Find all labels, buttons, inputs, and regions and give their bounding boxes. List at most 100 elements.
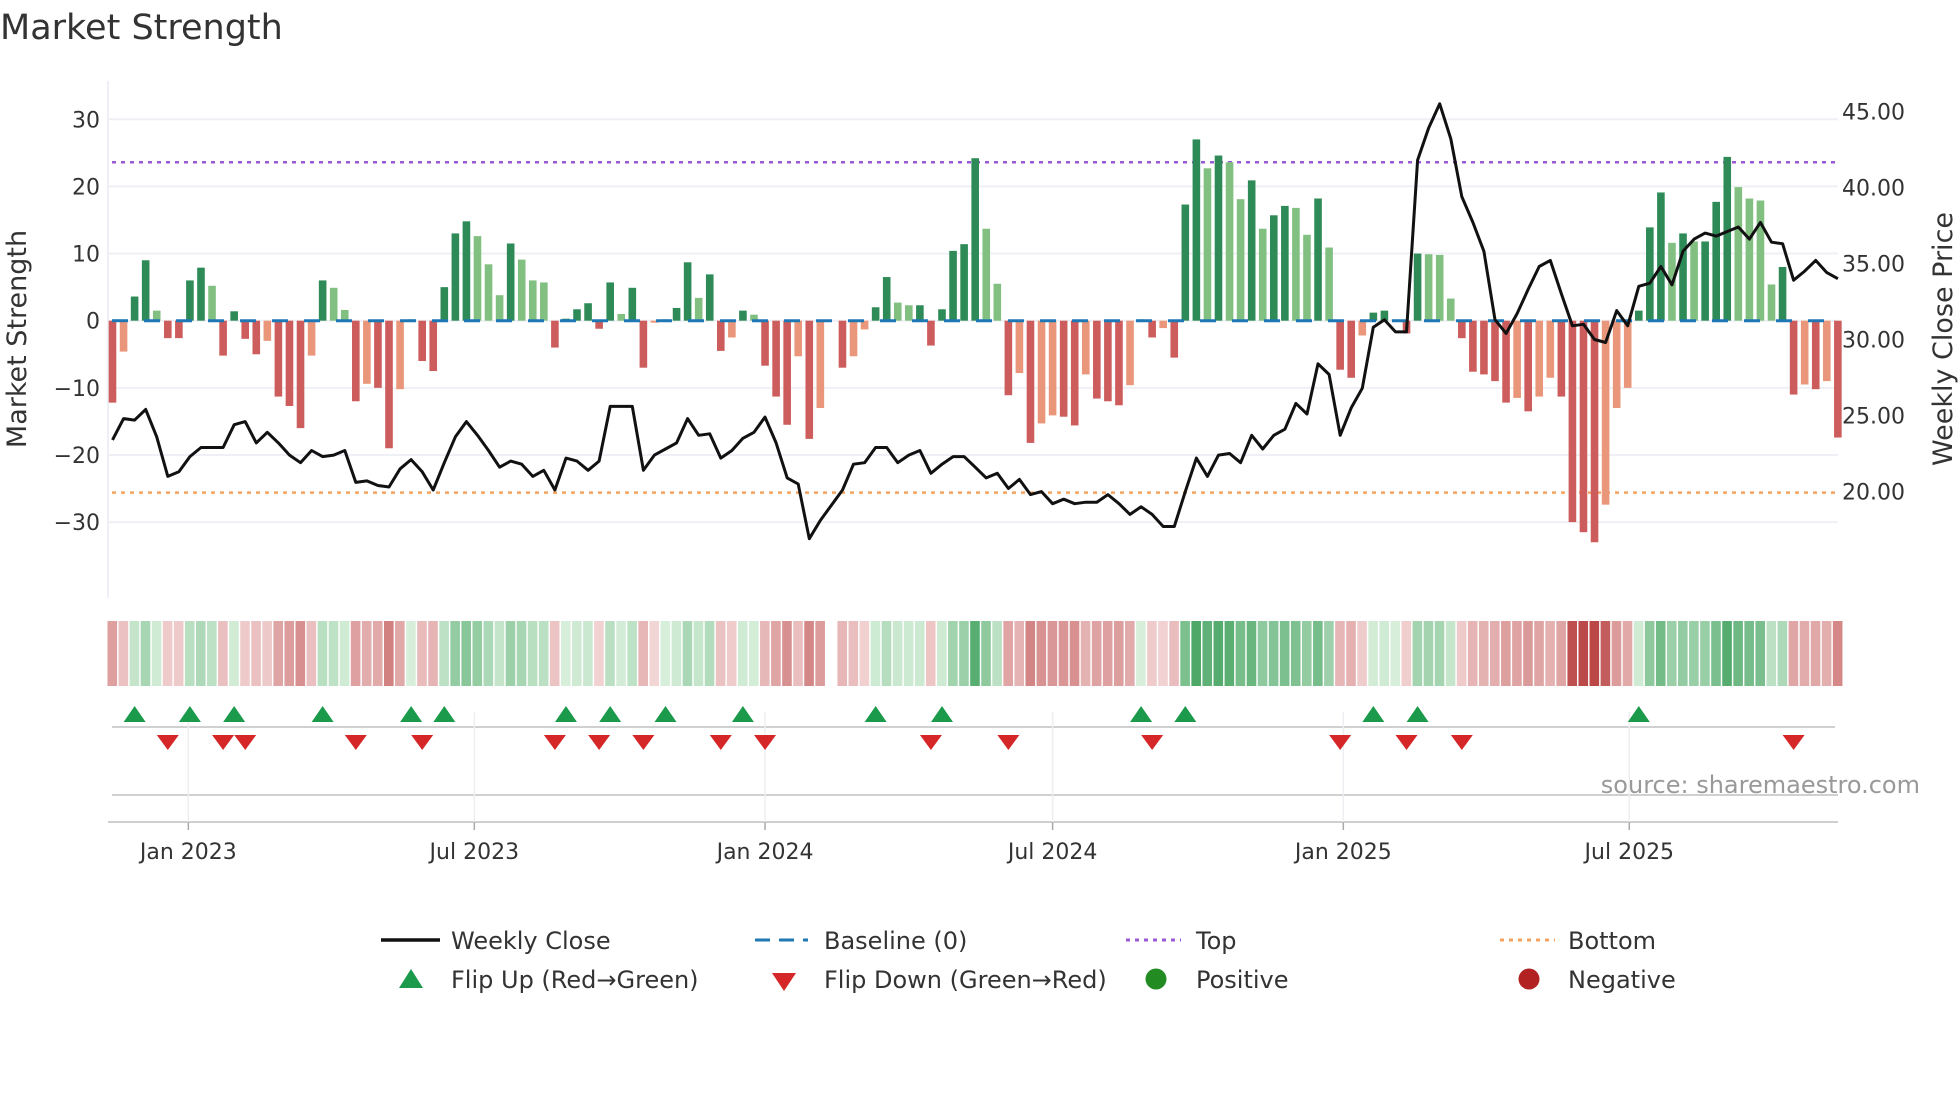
strength-bar (971, 158, 979, 321)
flip-up-marker (1627, 706, 1650, 722)
heat-cell (1589, 621, 1600, 686)
strength-bar (374, 320, 382, 388)
strength-bar (1800, 320, 1809, 385)
strength-bar (1723, 156, 1732, 321)
strength-bar (584, 303, 592, 321)
flip-up-marker (599, 706, 622, 722)
heat-cell (1766, 621, 1777, 686)
strength-bar (540, 282, 548, 321)
flip-up-marker (123, 706, 146, 722)
strength-bar (1081, 320, 1090, 375)
flip-up-marker (311, 706, 334, 722)
heat-cell (1445, 621, 1456, 686)
heat-cell (1357, 621, 1367, 686)
strength-bar (1767, 284, 1776, 321)
heat-cell (1346, 621, 1356, 686)
strength-bar (1612, 320, 1621, 408)
heat-cell (1335, 621, 1345, 686)
strength-bar (783, 320, 791, 425)
heat-cell (483, 621, 494, 686)
strength-bar (705, 274, 714, 321)
strength-bar (882, 277, 891, 321)
right-tick-label: 20.00 (1842, 481, 1905, 506)
strength-bar (1148, 320, 1156, 338)
heat-cell (726, 621, 737, 686)
heat-cell (1799, 621, 1810, 686)
legend-positive: Positive (1196, 966, 1289, 994)
heat-cell (1290, 621, 1301, 686)
heat-cell (494, 621, 505, 686)
heat-cell (439, 621, 449, 686)
strength-bar (916, 305, 924, 321)
flip-down-marker (588, 735, 611, 750)
heat-cell (1147, 621, 1157, 686)
strength-bar (219, 320, 227, 356)
chart-title: Market Strength (0, 8, 283, 48)
heat-cell (1755, 621, 1766, 686)
heat-cell (1014, 621, 1025, 686)
strength-bar (1247, 180, 1256, 321)
strength-bar (1214, 155, 1223, 321)
heat-cell (372, 621, 383, 686)
heat-cell (1379, 621, 1389, 686)
strength-bar (1546, 320, 1555, 378)
heat-cell (959, 621, 969, 686)
heat-cell (129, 621, 140, 686)
strength-bar (1811, 320, 1820, 390)
heat-cell (1711, 621, 1721, 686)
heat-cell (1279, 621, 1290, 686)
heat-cell (1401, 621, 1412, 686)
strength-bar (1834, 320, 1842, 438)
strength-bar (1524, 320, 1532, 412)
strength-bar (175, 320, 183, 339)
heat-cell (1744, 621, 1754, 686)
strength-bar (1823, 320, 1831, 382)
right-axis-ticks: 45.00 40.00 35.00 30.00 25.00 20.00 (1842, 100, 1905, 505)
flip-up-marker (223, 706, 246, 722)
heat-cell (1490, 621, 1500, 686)
left-tick-label: 20 (72, 175, 100, 200)
strength-bar (285, 320, 294, 406)
heat-cell (262, 621, 272, 686)
heat-cell (417, 621, 427, 686)
strength-bar (462, 221, 471, 321)
strength-bar (1236, 199, 1245, 321)
strength-bar (230, 311, 238, 321)
strength-bar (1203, 168, 1212, 321)
heat-cell (1810, 621, 1821, 686)
heat-cell (450, 621, 460, 686)
flip-down-marker (156, 735, 179, 750)
heat-cell (1069, 621, 1080, 686)
heat-cell (328, 621, 339, 686)
left-tick-label: −30 (54, 511, 100, 536)
heat-cell (229, 621, 239, 686)
heat-cell (892, 621, 903, 686)
heat-cell (837, 621, 848, 686)
heat-cell (1556, 621, 1566, 686)
heat-cell (1523, 621, 1533, 686)
heat-cell (1390, 621, 1401, 686)
heat-cell (1567, 621, 1578, 686)
strength-bar (1004, 320, 1013, 396)
heat-cell (760, 621, 770, 686)
strength-bar (1424, 254, 1433, 321)
strength-bar (1314, 198, 1322, 321)
heat-cell (1224, 621, 1235, 686)
flip-up-marker (1174, 706, 1197, 722)
heat-cell (1700, 621, 1710, 686)
heat-cell (1047, 621, 1058, 686)
heat-cell (1545, 621, 1555, 686)
legend-flip-up-icon (399, 969, 423, 988)
heat-cell (1080, 621, 1091, 686)
heat-cell (384, 621, 394, 686)
heat-cell (715, 621, 726, 686)
heat-cell (793, 621, 803, 686)
flip-down-marker (344, 735, 367, 750)
strength-bar (639, 320, 648, 368)
heat-cell (162, 621, 173, 686)
heat-cell (1777, 621, 1788, 686)
heat-cell (1036, 621, 1047, 686)
flip-down-marker (212, 735, 235, 750)
flip-up-marker (931, 706, 953, 722)
strength-bar (108, 320, 117, 403)
